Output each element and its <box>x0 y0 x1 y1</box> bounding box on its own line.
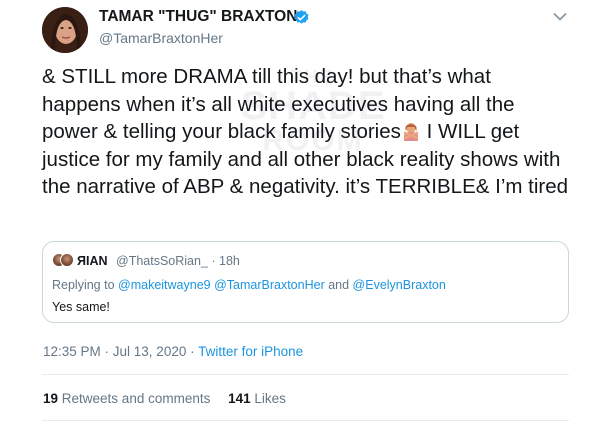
retweets-count: 19 <box>43 391 59 406</box>
retweets-stat[interactable]: 19 Retweets and comments <box>43 391 210 406</box>
quote-reply-line: Replying to @makeitwayne9 @TamarBraxtonH… <box>52 278 446 292</box>
quote-avatars <box>52 253 74 267</box>
mention-makeitwayne9[interactable]: @makeitwayne9 <box>118 278 211 292</box>
quote-avatar-2 <box>60 253 74 267</box>
tweet-source-link[interactable]: Twitter for iPhone <box>198 344 303 359</box>
quote-text: Yes same! <box>52 300 110 314</box>
tweet-timestamp[interactable]: 12:35 PM · Jul 13, 2020 · <box>43 344 198 359</box>
verified-badge-icon <box>294 10 309 24</box>
divider <box>42 374 569 375</box>
chevron-down-icon[interactable] <box>553 12 567 22</box>
tweet-card: TAMAR "THUG" BRAXTON @TamarBraxtonHer TH… <box>0 0 595 423</box>
author-avatar[interactable] <box>42 7 88 53</box>
quote-author-handle-time[interactable]: @ThatsSoRian_ · 18h <box>116 254 240 268</box>
mention-tamarbraxtonher[interactable]: @TamarBraxtonHer <box>214 278 325 292</box>
tweet-stats: 19 Retweets and comments 141 Likes <box>43 391 286 406</box>
mention-evelynbraxton[interactable]: @EvelynBraxton <box>353 278 446 292</box>
divider <box>42 420 569 421</box>
reply-and: and <box>324 278 353 292</box>
tweet-meta: 12:35 PM · Jul 13, 2020 · Twitter for iP… <box>43 344 303 359</box>
retweets-label: Retweets and comments <box>58 391 211 406</box>
likes-count: 141 <box>228 391 251 406</box>
quoted-tweet[interactable]: ЯIAN @ThatsSoRian_ · 18h Replying to @ma… <box>42 241 569 323</box>
author-display-name[interactable]: TAMAR "THUG" BRAXTON <box>99 8 297 26</box>
reply-prefix: Replying to <box>52 278 119 292</box>
profile-photo <box>42 7 88 53</box>
tweet-text: & STILL more DRAMA till this day! but th… <box>42 63 572 201</box>
quote-author-name[interactable]: ЯIAN <box>77 254 108 268</box>
author-handle[interactable]: @TamarBraxtonHer <box>99 30 223 46</box>
likes-stat[interactable]: 141 Likes <box>228 391 286 406</box>
likes-label: Likes <box>250 391 286 406</box>
woman-gesturing-no-icon <box>403 123 419 141</box>
